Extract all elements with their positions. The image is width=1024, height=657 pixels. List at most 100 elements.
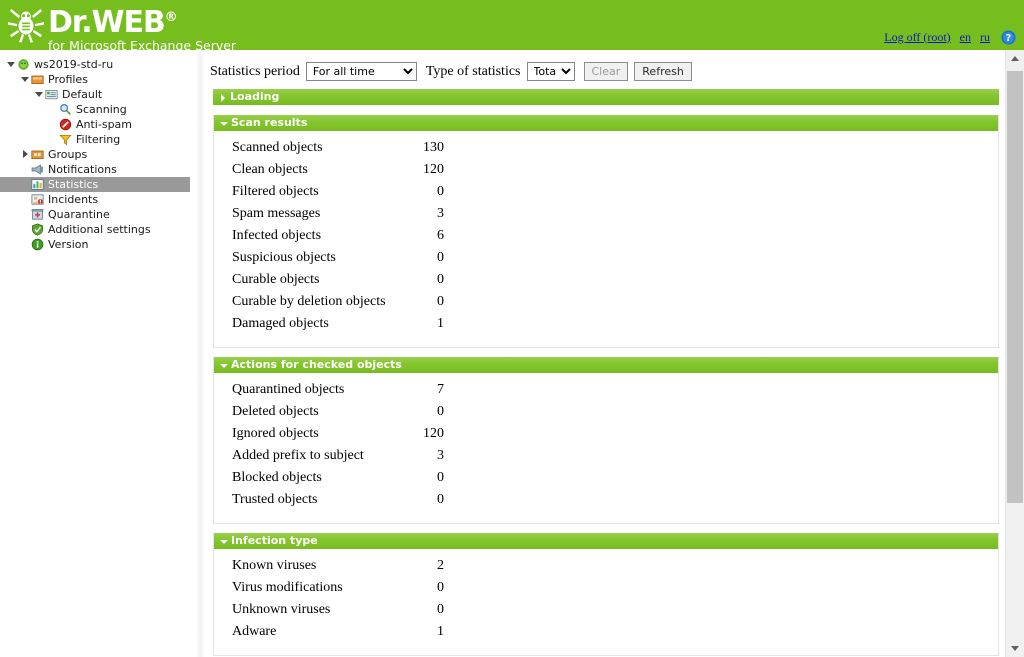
help-icon[interactable]: ? (1001, 30, 1016, 45)
statistics-type-select[interactable]: Total (527, 62, 575, 81)
section-header[interactable]: Infection type (214, 533, 998, 549)
stat-label: Ignored objects (214, 426, 404, 442)
tree-toggle-open-icon[interactable] (20, 72, 31, 87)
section-title: Scan results (231, 115, 307, 131)
tree-spacer (20, 192, 31, 207)
sidebar-item-label: Default (62, 87, 102, 102)
stat-value: 0 (404, 470, 444, 486)
sidebar-item-version[interactable]: Version (0, 237, 196, 252)
statistics-period-label: Statistics period (210, 64, 300, 80)
stat-row: Ignored objects120 (214, 426, 998, 448)
brand-registered-mark: ® (165, 10, 178, 25)
stat-value: 3 (404, 448, 444, 464)
sidebar-content-divider (196, 50, 205, 657)
logoff-link[interactable]: Log off (root) (884, 30, 950, 45)
tree-spacer (48, 102, 59, 117)
sidebar-item-default[interactable]: Default (0, 87, 196, 102)
stat-label: Unknown viruses (214, 602, 404, 618)
statistics-toolbar: Statistics period For all time Type of s… (210, 62, 698, 81)
groups-icon (31, 148, 44, 161)
svg-text:?: ? (1006, 33, 1011, 44)
brand-title: Dr.WEB® (48, 3, 236, 38)
stat-row: Suspicious objects0 (214, 250, 998, 272)
section-rows: Known viruses2Virus modifications0Unknow… (214, 549, 998, 655)
section-header[interactable]: Actions for checked objects (214, 357, 998, 373)
lang-en-link[interactable]: en (960, 30, 971, 45)
section-toggle-open-icon[interactable] (219, 118, 230, 129)
tree-toggle-open-icon[interactable] (34, 87, 45, 102)
sidebar-item-additional-settings[interactable]: Additional settings (0, 222, 196, 237)
brand-text: Dr.WEB® for Microsoft Exchange Server (48, 3, 236, 50)
navigation-tree[interactable]: ws2019-std-ruProfilesDefaultScanningAnti… (0, 50, 196, 657)
tree-spacer (48, 132, 59, 147)
sidebar-item-incidents[interactable]: Incidents (0, 192, 196, 207)
folder-icon (31, 73, 44, 86)
scroll-down-icon[interactable] (1006, 639, 1024, 657)
clear-button[interactable]: Clear (584, 62, 629, 81)
stat-label: Curable objects (214, 272, 404, 288)
stat-label: Clean objects (214, 162, 404, 178)
tree-spacer (20, 207, 31, 222)
stat-row: Virus modifications0 (214, 580, 998, 602)
main-content: Statistics period For all time Type of s… (205, 50, 1005, 657)
stat-label: Added prefix to subject (214, 448, 404, 464)
scrollbar-thumb[interactable] (1007, 71, 1023, 503)
stat-label: Scanned objects (214, 140, 404, 156)
tree-toggle-open-icon[interactable] (6, 57, 17, 72)
scroll-up-icon[interactable] (1006, 50, 1024, 68)
stat-value: 2 (404, 558, 444, 574)
stat-row: Spam messages3 (214, 206, 998, 228)
magnifier-icon (59, 103, 72, 116)
stat-value: 1 (404, 624, 444, 640)
sidebar-item-label: Scanning (76, 102, 127, 117)
stat-label: Spam messages (214, 206, 404, 222)
sidebar-item-filtering[interactable]: Filtering (0, 132, 196, 147)
sidebar-item-scanning[interactable]: Scanning (0, 102, 196, 117)
profile-icon (45, 88, 58, 101)
sidebar-item-label: Filtering (76, 132, 120, 147)
stat-label: Adware (214, 624, 404, 640)
stat-value: 6 (404, 228, 444, 244)
sidebar-item-label: Additional settings (48, 222, 151, 237)
brand-subtitle: for Microsoft Exchange Server (48, 39, 236, 50)
statistics-period-select[interactable]: For all time (306, 62, 417, 81)
section-header[interactable]: Scan results (214, 115, 998, 131)
tree-spacer (20, 222, 31, 237)
section-title: Infection type (231, 533, 318, 549)
section-toggle-closed-icon[interactable] (218, 92, 229, 103)
section-header[interactable]: Loading (213, 89, 999, 105)
app-header: Dr.WEB® for Microsoft Exchange Server Lo… (0, 0, 1024, 50)
sidebar-item-quarantine[interactable]: Quarantine (0, 207, 196, 222)
info-icon (31, 238, 44, 251)
sidebar-item-groups[interactable]: Groups (0, 147, 196, 162)
stat-value: 0 (404, 294, 444, 310)
stat-label: Deleted objects (214, 404, 404, 420)
section-loading: Loading (213, 89, 999, 105)
section-toggle-open-icon[interactable] (219, 536, 230, 547)
stat-value: 0 (404, 184, 444, 200)
section-toggle-open-icon[interactable] (219, 360, 230, 371)
stat-label: Curable by deletion objects (214, 294, 404, 310)
section-scan-results: Scan resultsScanned objects130Clean obje… (213, 115, 999, 348)
tree-spacer (20, 177, 31, 192)
sidebar-item-notifications[interactable]: Notifications (0, 162, 196, 177)
stat-value: 0 (404, 404, 444, 420)
stat-row: Infected objects6 (214, 228, 998, 250)
statistics-type-label: Type of statistics (426, 64, 521, 80)
sidebar-item-label: Version (48, 237, 88, 252)
drweb-spider-icon (6, 4, 46, 44)
no-entry-icon (59, 118, 72, 131)
sidebar-item-anti-spam[interactable]: Anti-spam (0, 117, 196, 132)
sidebar-item-statistics[interactable]: Statistics (0, 177, 190, 192)
refresh-button[interactable]: Refresh (634, 62, 692, 81)
stat-label: Suspicious objects (214, 250, 404, 266)
page-scrollbar[interactable] (1005, 50, 1024, 657)
lang-ru-link[interactable]: ru (980, 30, 990, 45)
stat-row: Filtered objects0 (214, 184, 998, 206)
stat-row: Deleted objects0 (214, 404, 998, 426)
sidebar-item-profiles[interactable]: Profiles (0, 72, 196, 87)
sidebar-item-label: ws2019-std-ru (34, 57, 113, 72)
tree-spacer (20, 162, 31, 177)
sidebar-item-ws2019-std-ru[interactable]: ws2019-std-ru (0, 57, 196, 72)
tree-toggle-closed-icon[interactable] (20, 147, 31, 162)
